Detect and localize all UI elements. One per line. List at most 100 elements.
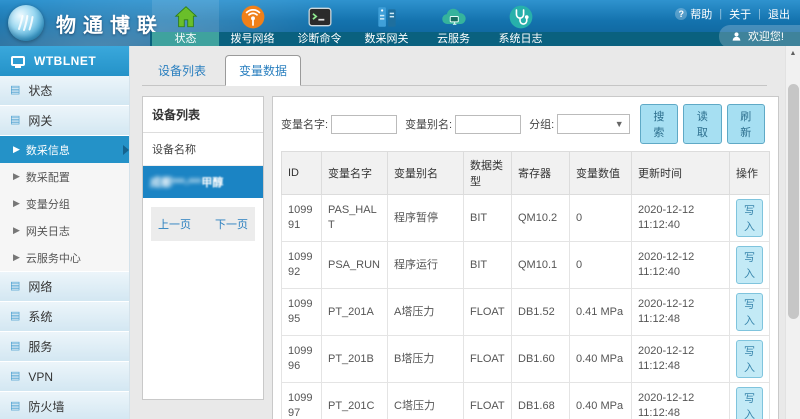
system-log-icon bbox=[508, 1, 534, 32]
sidebar: WTBLNET ▤状态▤网关▶数采信息▶数采配置▶变量分组▶网关日志▶云服务中心… bbox=[0, 46, 130, 419]
top-link-2[interactable]: 关于 bbox=[729, 6, 751, 22]
cell-type: FLOAT bbox=[464, 383, 512, 419]
variable-table-panel: 变量名字: 变量别名: 分组: ▼ 搜索 读取 刷新 ID变量名字变量别名数据类… bbox=[272, 96, 779, 419]
cell-register: QM10.1 bbox=[512, 242, 570, 289]
cell-name: PT_201C bbox=[322, 383, 388, 419]
sidebar-subitem-1[interactable]: ▶数采信息 bbox=[0, 136, 129, 163]
sidebar-item-5[interactable]: ▤服务 bbox=[0, 332, 129, 362]
sidebar-item-4[interactable]: ▤系统 bbox=[0, 302, 129, 332]
top-link-3[interactable]: 退出 bbox=[768, 6, 790, 22]
sidebar-item-6[interactable]: ▤VPN bbox=[0, 362, 129, 392]
nav-item-4[interactable]: 数采网关 bbox=[353, 0, 420, 46]
divider: | bbox=[719, 8, 722, 20]
variable-table: ID变量名字变量别名数据类型寄存器变量数值更新时间操作 109991PAS_HA… bbox=[281, 151, 770, 419]
top-nav: 状态拨号网络诊断命令数采网关云服务系统日志 bbox=[152, 0, 554, 46]
cell-id: 109997 bbox=[282, 383, 322, 419]
write-button[interactable]: 写入 bbox=[736, 293, 763, 331]
write-button[interactable]: 写入 bbox=[736, 199, 763, 237]
arrow-right-icon: ▶ bbox=[13, 144, 20, 155]
list-icon: ▤ bbox=[10, 85, 20, 96]
cell-id: 109995 bbox=[282, 289, 322, 336]
arrow-right-icon: ▶ bbox=[13, 171, 20, 182]
sidebar-submenu: ▶数采信息▶数采配置▶变量分组 ▶ 网关日志 ▶云服务中心 bbox=[0, 136, 129, 272]
sidebar-item-label: 网关 bbox=[28, 112, 52, 129]
sidebar-item-label: 网络 bbox=[28, 278, 52, 295]
write-button[interactable]: 写入 bbox=[736, 387, 763, 419]
variable-name-input[interactable] bbox=[331, 115, 397, 134]
cell-action: 写入 bbox=[730, 383, 770, 419]
search-button[interactable]: 搜索 bbox=[640, 104, 678, 144]
device-prev-page-button[interactable]: 上一页 bbox=[158, 216, 191, 232]
scrollbar[interactable]: ▲ bbox=[785, 46, 800, 419]
tab-device-list[interactable]: 设备列表 bbox=[145, 56, 219, 85]
cell-alias: A塔压力 bbox=[388, 289, 464, 336]
column-header-4: 数据类型 bbox=[464, 152, 512, 195]
cell-action: 写入 bbox=[730, 195, 770, 242]
cell-register: QM10.2 bbox=[512, 195, 570, 242]
cell-type: FLOAT bbox=[464, 289, 512, 336]
cell-value: 0 bbox=[570, 195, 632, 242]
list-icon: ▤ bbox=[10, 281, 20, 292]
tab-variable-data[interactable]: 变量数据 bbox=[225, 55, 301, 86]
sidebar-item-2[interactable]: ▤网关 bbox=[0, 106, 129, 136]
write-button[interactable]: 写入 bbox=[736, 246, 763, 284]
nav-item-5[interactable]: 云服务 bbox=[420, 0, 487, 46]
divider: | bbox=[758, 8, 761, 20]
nav-item-6[interactable]: 系统日志 bbox=[487, 0, 554, 46]
scrollbar-thumb[interactable] bbox=[788, 84, 799, 319]
terminal-icon bbox=[307, 1, 333, 32]
home-icon bbox=[173, 1, 199, 32]
device-list-panel: 设备列表 设备名称 成都***-***甲醇 上一页 下一页 bbox=[142, 96, 264, 400]
nav-item-2[interactable]: 拨号网络 bbox=[219, 0, 286, 46]
device-next-page-button[interactable]: 下一页 bbox=[215, 216, 248, 232]
welcome-label: 欢迎您! bbox=[748, 28, 784, 44]
sidebar-item-7[interactable]: ▤防火墙 bbox=[0, 392, 129, 419]
device-pagination: 上一页 下一页 bbox=[151, 207, 255, 241]
nav-label: 拨号网络 bbox=[219, 32, 286, 46]
nav-label: 诊断命令 bbox=[286, 32, 353, 46]
cell-value: 0.40 MPa bbox=[570, 383, 632, 419]
read-button[interactable]: 读取 bbox=[683, 104, 721, 144]
cell-id: 109991 bbox=[282, 195, 322, 242]
cell-register: DB1.68 bbox=[512, 383, 570, 419]
cell-type: BIT bbox=[464, 242, 512, 289]
cell-id: 109996 bbox=[282, 336, 322, 383]
top-link-1[interactable]: ?帮助 bbox=[675, 6, 712, 22]
welcome-button[interactable]: 欢迎您! bbox=[719, 25, 800, 46]
cell-value: 0.41 MPa bbox=[570, 289, 632, 336]
cell-updated: 2020-12-12 11:12:40 bbox=[632, 195, 730, 242]
sidebar-item-label: 状态 bbox=[28, 82, 52, 99]
scrollbar-up-arrow-icon[interactable]: ▲ bbox=[786, 46, 800, 61]
sidebar-subitem-4[interactable]: ▶ 网关日志 bbox=[0, 217, 129, 244]
sidebar-subitem-label: 网关日志 bbox=[26, 223, 70, 239]
sidebar-subitem-3[interactable]: ▶变量分组 bbox=[0, 190, 129, 217]
selected-device-row[interactable]: 成都***-***甲醇 bbox=[143, 166, 263, 198]
column-header-3: 变量别名 bbox=[388, 152, 464, 195]
cell-register: DB1.52 bbox=[512, 289, 570, 336]
sidebar-subitem-2[interactable]: ▶数采配置 bbox=[0, 163, 129, 190]
cell-updated: 2020-12-12 11:12:48 bbox=[632, 289, 730, 336]
sidebar-item-3[interactable]: ▤ 网络 bbox=[0, 272, 129, 302]
group-label: 分组: bbox=[529, 116, 554, 132]
arrow-right-icon: ▶ bbox=[13, 225, 20, 236]
column-header-8: 操作 bbox=[730, 152, 770, 195]
cell-name: PSA_RUN bbox=[322, 242, 388, 289]
group-select[interactable]: ▼ bbox=[557, 114, 629, 134]
cell-name: PAS_HALT bbox=[322, 195, 388, 242]
top-link-label: 关于 bbox=[729, 6, 751, 22]
nav-item-3[interactable]: 诊断命令 bbox=[286, 0, 353, 46]
sidebar-title: WTBLNET bbox=[34, 54, 96, 68]
refresh-button[interactable]: 刷新 bbox=[727, 104, 765, 144]
cell-updated: 2020-12-12 11:12:48 bbox=[632, 383, 730, 419]
write-button[interactable]: 写入 bbox=[736, 340, 763, 378]
nav-item-1[interactable]: 状态 bbox=[152, 0, 219, 46]
column-header-2: 变量名字 bbox=[322, 152, 388, 195]
sidebar-subitem-5[interactable]: ▶云服务中心 bbox=[0, 244, 129, 271]
sidebar-item-1[interactable]: ▤ 状态 bbox=[0, 76, 129, 106]
variable-alias-input[interactable] bbox=[455, 115, 521, 134]
column-header-1: ID bbox=[282, 152, 322, 195]
list-icon: ▤ bbox=[10, 341, 20, 352]
cell-name: PT_201B bbox=[322, 336, 388, 383]
cell-updated: 2020-12-12 11:12:40 bbox=[632, 242, 730, 289]
cell-action: 写入 bbox=[730, 289, 770, 336]
